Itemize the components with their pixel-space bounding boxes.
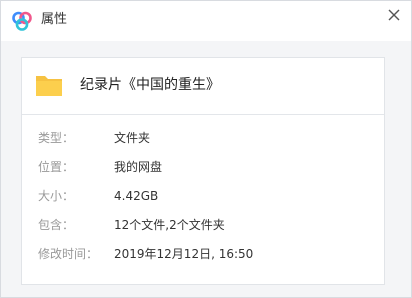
dialog-title: 属性	[41, 12, 68, 27]
size-value: 4.42GB	[114, 189, 159, 203]
file-header: 纪录片《中国的重生》	[22, 58, 384, 114]
type-label: 类型：	[38, 131, 75, 145]
size-label: 大小：	[38, 189, 75, 203]
location-value: 我的网盘	[114, 160, 163, 174]
contains-label: 包含：	[38, 218, 75, 232]
dialog-content: 纪录片《中国的重生》 类型： 文件夹 位置： 我的网盘 大小： 4.42GB 包…	[1, 41, 411, 297]
divider	[22, 114, 384, 115]
modified-time-value: 2019年12月12日, 16:50	[114, 247, 254, 261]
folder-icon	[36, 76, 62, 96]
location-label: 位置：	[38, 160, 75, 174]
properties-dialog: 属性 纪录片《中国的重生》 类型： 文件夹 位置： 我的网盘 大小： 4.42G…	[0, 0, 412, 298]
baidu-netdisk-logo-icon	[12, 11, 32, 31]
contains-value: 12个文件,2个文件夹	[114, 218, 225, 232]
file-name: 纪录片《中国的重生》	[80, 77, 220, 93]
title-bar: 属性	[1, 1, 411, 41]
close-icon[interactable]	[384, 5, 404, 25]
type-value: 文件夹	[114, 131, 151, 145]
properties-card: 纪录片《中国的重生》 类型： 文件夹 位置： 我的网盘 大小： 4.42GB 包…	[21, 57, 385, 285]
modified-time-label: 修改时间：	[38, 247, 99, 261]
